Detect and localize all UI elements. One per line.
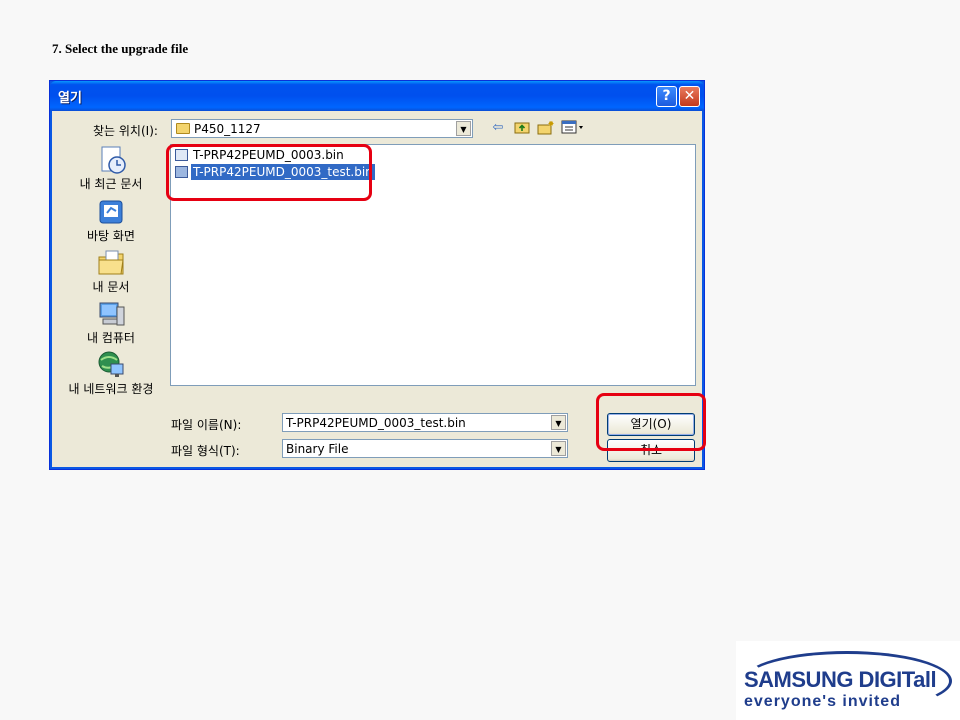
up-folder-icon[interactable] <box>513 120 531 136</box>
filetype-label: 파일 형식(T): <box>171 444 240 458</box>
chevron-down-icon[interactable]: ▼ <box>456 121 471 136</box>
open-file-dialog: 열기 ? ✕ 찾는 위치(I): P450_1127 ▼ ⇦ 내 최근 문서 바… <box>49 80 705 470</box>
step-title: 7. Select the upgrade file <box>52 41 189 56</box>
place-label: 내 네트워크 환경 <box>68 382 154 396</box>
dialog-title: 열기 <box>58 91 82 106</box>
view-menu-icon[interactable] <box>561 120 585 136</box>
samsung-logo: SAMSUNG DIGITall everyone's invited <box>736 641 960 720</box>
filename-value: T-PRP42PEUMD_0003_test.bin <box>286 416 466 430</box>
place-label: 바탕 화면 <box>87 229 135 243</box>
place-my-documents[interactable]: 내 문서 <box>61 248 161 295</box>
open-button[interactable]: 열기(O) <box>607 413 695 436</box>
chevron-down-icon[interactable]: ▼ <box>551 441 566 456</box>
logo-tagline: everyone's invited <box>744 693 901 710</box>
place-network[interactable]: 내 네트워크 환경 <box>61 350 161 397</box>
place-label: 내 컴퓨터 <box>87 331 135 345</box>
look-in-value: P450_1127 <box>194 122 261 136</box>
filetype-value: Binary File <box>286 442 349 456</box>
new-folder-icon[interactable] <box>537 120 555 136</box>
dialog-titlebar[interactable]: 열기 ? ✕ <box>50 81 704 111</box>
file-icon <box>175 149 188 161</box>
look-in-label: 찾는 위치(I): <box>93 124 158 138</box>
desktop-icon <box>97 197 125 225</box>
file-name: T-PRP42PEUMD_0003.bin <box>193 148 344 162</box>
filetype-select[interactable]: Binary File ▼ <box>282 439 568 458</box>
my-computer-icon <box>97 299 125 327</box>
filename-label: 파일 이름(N): <box>171 418 242 432</box>
close-button[interactable]: ✕ <box>679 86 700 107</box>
chevron-down-icon[interactable]: ▼ <box>551 415 566 430</box>
look-in-dropdown[interactable]: P450_1127 ▼ <box>171 119 473 138</box>
place-my-computer[interactable]: 내 컴퓨터 <box>61 299 161 346</box>
file-icon <box>175 166 188 178</box>
my-documents-icon <box>97 248 125 276</box>
place-recent-documents[interactable]: 내 최근 문서 <box>61 145 161 192</box>
folder-icon <box>176 123 190 134</box>
file-name: T-PRP42PEUMD_0003_test.bin <box>190 163 376 181</box>
help-button[interactable]: ? <box>656 86 677 107</box>
network-icon <box>97 350 125 378</box>
back-arrow-icon[interactable]: ⇦ <box>489 120 507 136</box>
place-desktop[interactable]: 바탕 화면 <box>61 197 161 244</box>
recent-documents-icon <box>97 145 126 174</box>
filename-input[interactable]: T-PRP42PEUMD_0003_test.bin ▼ <box>282 413 568 432</box>
logo-brand: SAMSUNG DIGITall <box>744 667 937 692</box>
cancel-button[interactable]: 취소 <box>607 439 695 462</box>
file-list[interactable]: T-PRP42PEUMD_0003.bin T-PRP42PEUMD_0003_… <box>170 144 696 386</box>
place-label: 내 문서 <box>92 280 130 294</box>
dialog-client: 찾는 위치(I): P450_1127 ▼ ⇦ 내 최근 문서 바탕 화면 내 … <box>53 111 701 466</box>
place-label: 내 최근 문서 <box>79 177 143 191</box>
